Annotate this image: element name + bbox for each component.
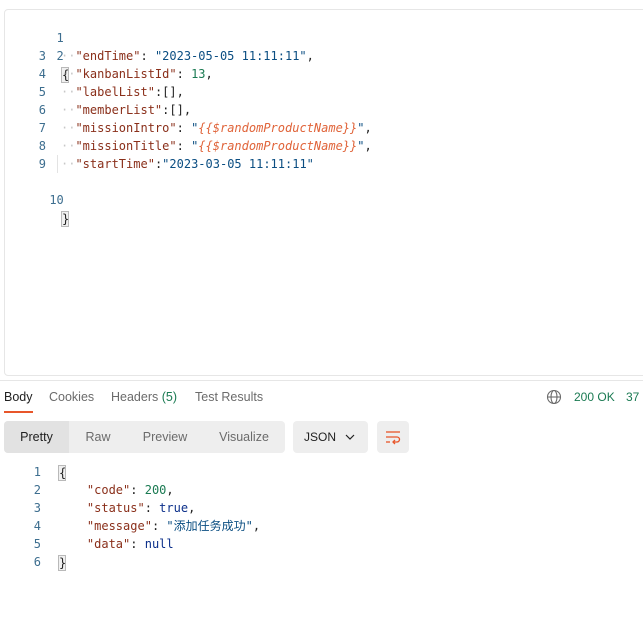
format-select-value: JSON bbox=[304, 430, 337, 444]
tab-headers[interactable]: Headers (5) bbox=[111, 390, 177, 404]
wrap-lines-button[interactable] bbox=[377, 421, 409, 453]
json-key: "labelList" bbox=[75, 85, 155, 99]
trailing-comma: , bbox=[252, 519, 261, 533]
json-value: {{$randomProductName}} bbox=[198, 139, 358, 153]
separator: : bbox=[176, 121, 192, 135]
trailing-comma: , bbox=[183, 103, 192, 117]
tab-body[interactable]: Body bbox=[4, 390, 33, 404]
json-value: "2023-05-05 11:11:11" bbox=[154, 49, 307, 63]
line-number: 6 bbox=[38, 103, 46, 117]
trailing-comma: , bbox=[176, 85, 184, 99]
wrap-lines-icon bbox=[386, 431, 401, 445]
line-number: 5 bbox=[33, 537, 41, 551]
line-number: 1 bbox=[56, 31, 64, 45]
format-selector: Pretty Raw Preview Visualize bbox=[4, 421, 285, 453]
json-key: "memberList" bbox=[75, 103, 163, 117]
trailing-comma: , bbox=[364, 139, 372, 153]
open-brace: { bbox=[58, 464, 67, 481]
separator: : bbox=[130, 483, 145, 497]
line-number: 3 bbox=[38, 49, 46, 63]
visualize-button[interactable]: Visualize bbox=[210, 421, 278, 453]
line-number: 4 bbox=[38, 67, 46, 81]
tab-test-results[interactable]: Test Results bbox=[195, 390, 263, 404]
trailing-comma: , bbox=[205, 67, 213, 81]
globe-icon[interactable] bbox=[546, 389, 562, 405]
json-key: "data" bbox=[86, 537, 131, 551]
editor-line: 1 bbox=[5, 11, 64, 45]
json-value: 200 bbox=[144, 483, 167, 497]
response-format-select[interactable]: JSON bbox=[293, 421, 368, 453]
separator: : bbox=[144, 501, 160, 515]
separator: : bbox=[176, 67, 192, 81]
trailing-comma: , bbox=[188, 501, 196, 515]
close-brace: } bbox=[61, 210, 70, 227]
line-number: 10 bbox=[49, 193, 64, 207]
close-brace: } bbox=[58, 554, 67, 571]
indent-marker: ·· bbox=[61, 49, 76, 63]
json-value: "2023-03-05 11:11:11" bbox=[162, 157, 314, 171]
json-value: [] bbox=[169, 103, 184, 117]
json-key: "missionIntro" bbox=[75, 121, 177, 135]
indent-marker: ·· bbox=[61, 139, 76, 153]
separator: : bbox=[140, 49, 155, 63]
trailing-comma: , bbox=[364, 121, 372, 135]
indent-marker: ·· bbox=[61, 85, 76, 99]
editor-line: 10 } bbox=[5, 173, 69, 227]
indent-marker: ·· bbox=[61, 121, 76, 135]
line-number: 5 bbox=[38, 85, 46, 99]
line-number: 3 bbox=[33, 501, 41, 515]
line-number: 1 bbox=[33, 465, 41, 479]
pretty-button[interactable]: Pretty bbox=[4, 421, 69, 453]
response-tabs: Body Cookies Headers (5) Test Results 20… bbox=[0, 380, 643, 415]
line-number: 8 bbox=[38, 139, 46, 153]
json-key: "endTime" bbox=[75, 49, 141, 63]
separator: : bbox=[176, 139, 192, 153]
status-code[interactable]: 200 OK bbox=[574, 390, 615, 404]
line-number: 2 bbox=[33, 483, 41, 497]
separator: : bbox=[151, 519, 167, 533]
json-key: "startTime" bbox=[75, 157, 155, 171]
trailing-comma: , bbox=[306, 49, 314, 63]
active-tab-underline bbox=[4, 411, 33, 413]
trailing-comma: , bbox=[166, 483, 174, 497]
chevron-down-icon bbox=[345, 434, 355, 440]
line-number: 9 bbox=[38, 157, 46, 171]
request-body-editor[interactable]: 1 2 { 3 ··"endTime": "2023-05-05 11:11:11… bbox=[4, 9, 643, 376]
line-number: 4 bbox=[33, 519, 41, 533]
json-key: "kanbanListId" bbox=[75, 67, 177, 81]
separator: : bbox=[130, 537, 145, 551]
response-body-viewer[interactable]: 1 {2 "code": 200, 3 "status": true, 4 "mess… bbox=[0, 462, 643, 582]
line-number: 7 bbox=[38, 121, 46, 135]
indent-marker: ·· bbox=[61, 103, 76, 117]
raw-button[interactable]: Raw bbox=[76, 421, 120, 453]
json-value: null bbox=[144, 537, 174, 551]
json-value: true bbox=[159, 501, 189, 515]
tab-cookies[interactable]: Cookies bbox=[49, 390, 94, 404]
indent-marker: ·· bbox=[61, 157, 76, 171]
json-key: "code" bbox=[86, 483, 131, 497]
current-line-highlight bbox=[57, 155, 58, 173]
json-key: "message" bbox=[86, 519, 152, 533]
headers-count: (5) bbox=[161, 390, 178, 404]
json-key: "status" bbox=[86, 501, 145, 515]
tab-headers-label: Headers bbox=[111, 390, 159, 404]
json-key: "missionTitle" bbox=[75, 139, 177, 153]
json-value: {{$randomProductName}} bbox=[198, 121, 358, 135]
response-time[interactable]: 37 bbox=[626, 390, 639, 404]
line-number: 6 bbox=[33, 555, 41, 569]
json-value: [] bbox=[162, 85, 177, 99]
preview-button[interactable]: Preview bbox=[134, 421, 196, 453]
editor-line: 2 { bbox=[5, 29, 69, 83]
json-value: "添加任务成功" bbox=[166, 519, 253, 533]
json-value: 13 bbox=[191, 67, 206, 81]
indent-marker: ·· bbox=[61, 67, 76, 81]
